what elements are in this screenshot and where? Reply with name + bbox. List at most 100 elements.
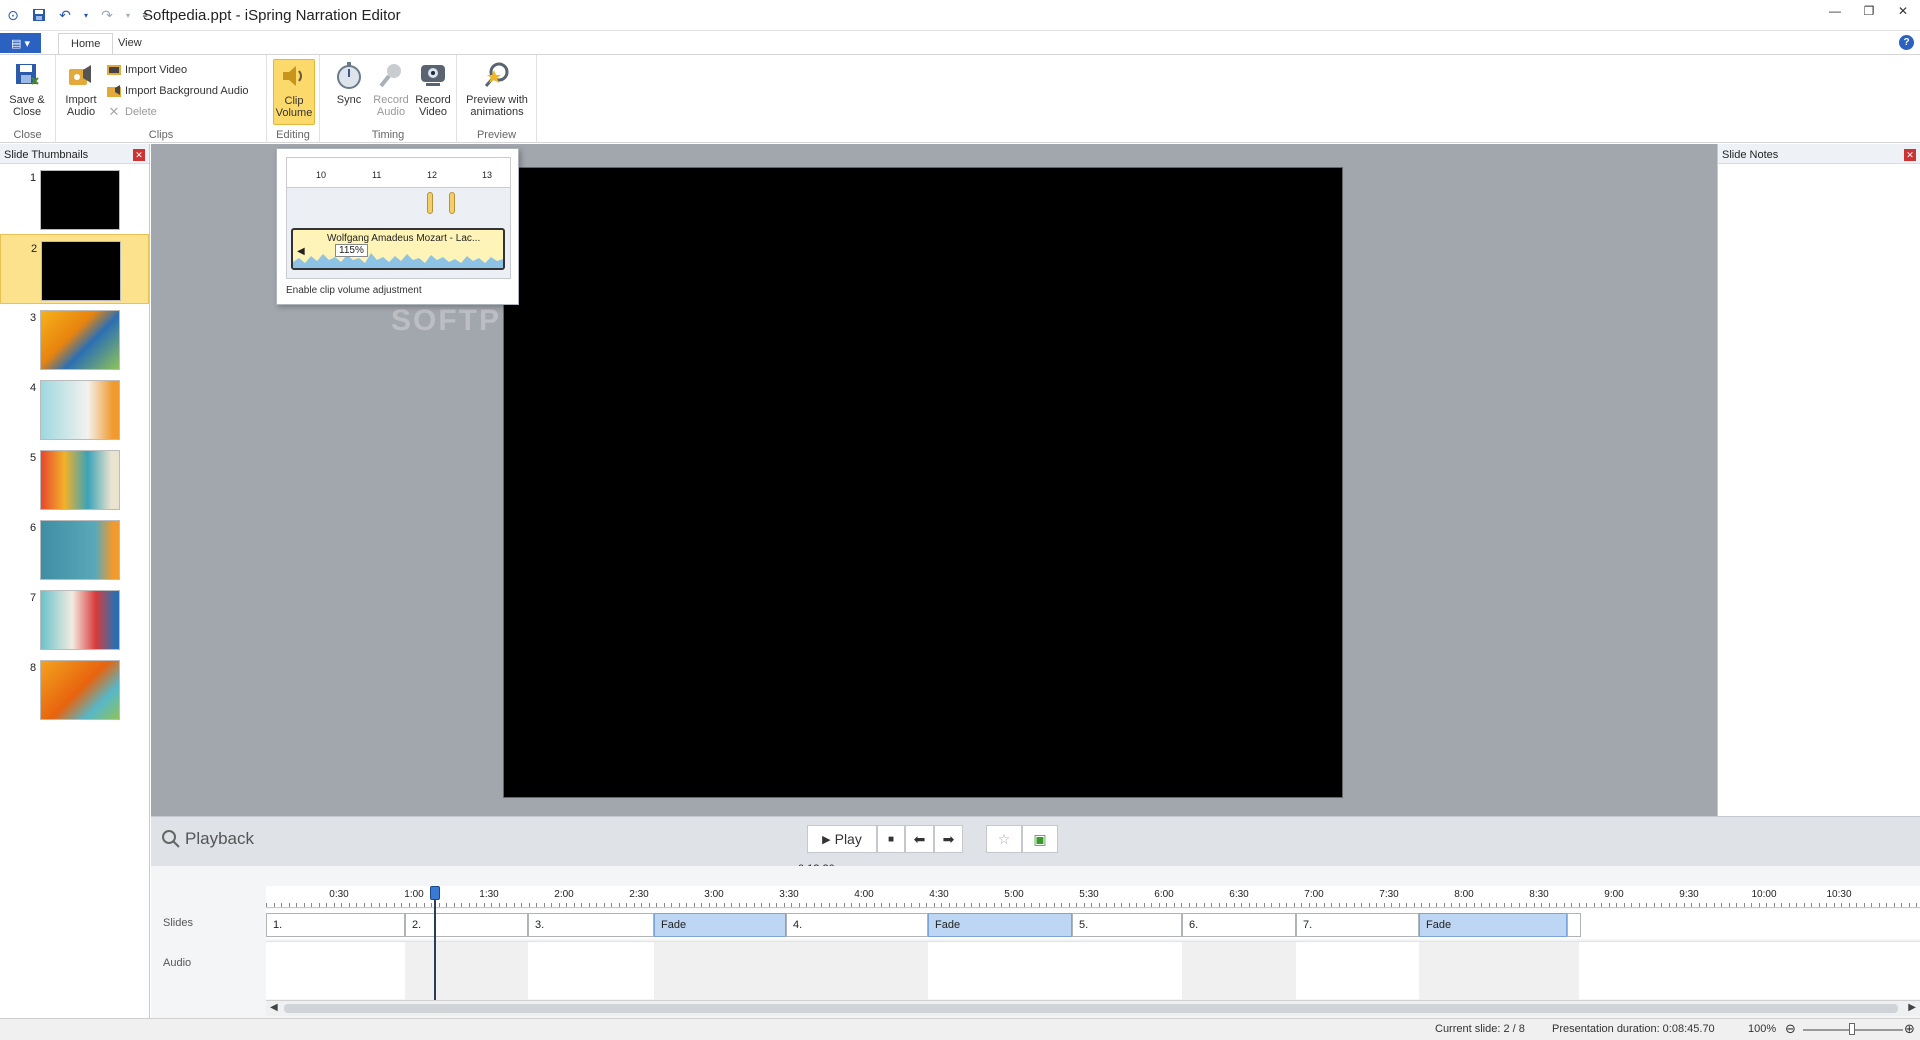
ruler-minor-tick — [1548, 903, 1550, 907]
ruler-minor-tick — [1638, 903, 1640, 907]
clip-volume-button[interactable]: Clip Volume — [273, 59, 315, 125]
tab-view[interactable]: View — [106, 33, 154, 55]
delete-label: Delete — [125, 106, 157, 118]
slide-segment[interactable]: 5. — [1072, 913, 1182, 937]
ruler-minor-tick — [588, 903, 590, 907]
restore-icon[interactable]: ❐ — [1852, 0, 1886, 22]
import-audio-button[interactable]: Import Audio — [60, 59, 102, 118]
save-icon[interactable] — [30, 6, 48, 24]
file-menu-button[interactable]: ▤ ▾ — [0, 33, 41, 53]
ruler-minor-tick — [903, 903, 905, 907]
slide-thumbnail[interactable]: 7 — [0, 584, 149, 654]
ruler-minor-tick — [1578, 903, 1580, 907]
ruler-minor-tick — [1616, 903, 1617, 907]
window-title: Softpedia.ppt - iSpring Narration Editor — [143, 7, 401, 24]
previous-button[interactable]: ⬅ — [905, 825, 934, 853]
ruler-tick-label: 1:30 — [479, 889, 499, 900]
ruler-minor-tick — [1361, 903, 1362, 907]
undo-dropdown-icon[interactable]: ▾ — [82, 6, 90, 24]
zoom-in-icon[interactable]: ⊕ — [1904, 1021, 1915, 1037]
scroll-left-icon[interactable]: ◀ — [270, 1002, 278, 1013]
ruler-minor-tick — [1466, 903, 1467, 907]
undo-icon[interactable]: ↶ — [56, 6, 74, 24]
slide-preview-image — [40, 310, 120, 370]
slide-segment[interactable]: 4. — [786, 913, 928, 937]
ruler-minor-tick — [273, 903, 275, 907]
ruler-minor-tick — [1481, 903, 1482, 907]
slide-view-button[interactable]: ▣ — [1022, 825, 1058, 853]
zoom-slider-thumb[interactable] — [1849, 1023, 1855, 1035]
ruler-minor-tick — [1871, 903, 1872, 907]
timeline-ruler[interactable]: 0:30 1:00 1:30 2:00 2:30 3:00 3:30 4:00 4:30 5:00… — [266, 886, 1920, 908]
scroll-right-icon[interactable]: ▶ — [1908, 1002, 1916, 1013]
close-window-icon[interactable]: ✕ — [1886, 0, 1920, 22]
slide-number: 4 — [30, 382, 37, 394]
ruler-minor-tick — [1736, 903, 1737, 907]
help-icon[interactable]: ? — [1899, 35, 1914, 50]
playhead-handle[interactable] — [430, 886, 440, 900]
slide-segment[interactable]: 2. — [405, 913, 528, 937]
ruler-minor-tick — [1451, 903, 1452, 907]
import-background-audio-button[interactable]: Import Background Audio — [106, 82, 249, 100]
delete-button[interactable]: ✕ Delete — [106, 103, 157, 121]
slide-segment[interactable]: 6. — [1182, 913, 1296, 937]
sync-button[interactable]: Sync — [328, 59, 370, 106]
slide-segment[interactable]: 3. — [528, 913, 654, 937]
ruler-minor-tick — [573, 903, 575, 907]
slide-segment-end[interactable] — [1567, 913, 1581, 937]
minimize-icon[interactable]: — — [1818, 0, 1852, 22]
ruler-minor-tick — [993, 903, 995, 907]
animation-button[interactable]: ☆ — [986, 825, 1022, 853]
fade-transition[interactable]: Fade — [1419, 913, 1567, 937]
timeline-scrollbar[interactable]: ◀ ▶ — [266, 1000, 1920, 1016]
slide-thumbnail[interactable]: 2 — [0, 234, 149, 304]
slide-thumbnail[interactable]: 5 — [0, 444, 149, 514]
ruler-minor-tick — [416, 903, 417, 907]
zoom-out-icon[interactable]: ⊖ — [1785, 1021, 1796, 1037]
ruler-minor-tick — [1593, 903, 1595, 907]
import-video-button[interactable]: Import Video — [106, 61, 187, 79]
ruler-minor-tick — [513, 903, 515, 907]
ruler-minor-tick — [1586, 903, 1587, 907]
ruler-minor-tick — [1331, 903, 1332, 907]
ruler-minor-tick — [1428, 903, 1430, 907]
record-video-button[interactable]: Record Video — [412, 59, 454, 118]
stop-button[interactable]: ■ — [877, 825, 905, 853]
ruler-minor-tick — [926, 903, 927, 907]
scrollbar-thumb[interactable] — [284, 1004, 1898, 1013]
fade-transition[interactable]: Fade — [928, 913, 1072, 937]
slide-thumbnail[interactable]: 6 — [0, 514, 149, 584]
slide-thumbnail[interactable]: 1 — [0, 164, 149, 234]
next-button[interactable]: ➡ — [934, 825, 963, 853]
close-panel-icon[interactable]: ✕ — [133, 149, 145, 161]
ruler-minor-tick — [1383, 903, 1385, 907]
slide-number: 7 — [30, 592, 37, 604]
audio-track[interactable] — [266, 941, 1920, 1000]
ruler-minor-tick — [1218, 903, 1220, 907]
ruler-minor-tick — [356, 903, 357, 907]
slide-segment[interactable]: 7. — [1296, 913, 1419, 937]
redo-dropdown-icon[interactable]: ▾ — [124, 6, 132, 24]
slide-thumbnail[interactable]: 4 — [0, 374, 149, 444]
ruler-minor-tick — [386, 903, 387, 907]
slide-thumbnail[interactable]: 8 — [0, 654, 149, 724]
window-controls: — ❐ ✕ — [1818, 0, 1920, 22]
record-audio-button[interactable]: Record Audio — [370, 59, 412, 118]
slide-thumbnail[interactable]: 3 — [0, 304, 149, 374]
ruler-minor-tick — [483, 903, 485, 907]
play-button[interactable]: ▶ Play — [807, 825, 877, 853]
slide-canvas[interactable] — [503, 167, 1343, 798]
ruler-minor-tick — [1683, 903, 1685, 907]
import-audio-icon — [64, 59, 98, 91]
redo-icon[interactable]: ↷ — [98, 6, 116, 24]
close-panel-icon[interactable]: ✕ — [1904, 149, 1916, 161]
slide-thumbnails-title: Slide Thumbnails — [4, 149, 89, 161]
fade-transition[interactable]: Fade — [654, 913, 786, 937]
preview-animations-button[interactable]: Preview with animations — [462, 59, 532, 118]
save-close-button[interactable]: Save & Close — [6, 59, 48, 118]
app-menu-icon[interactable]: ⊙ — [4, 6, 22, 24]
arrow-left-icon: ⬅ — [913, 830, 926, 847]
slide-segment[interactable]: 1. — [266, 913, 405, 937]
ribbon: Save & Close Close Import Audio Import V… — [0, 54, 1920, 143]
ruler-minor-tick — [663, 903, 665, 907]
